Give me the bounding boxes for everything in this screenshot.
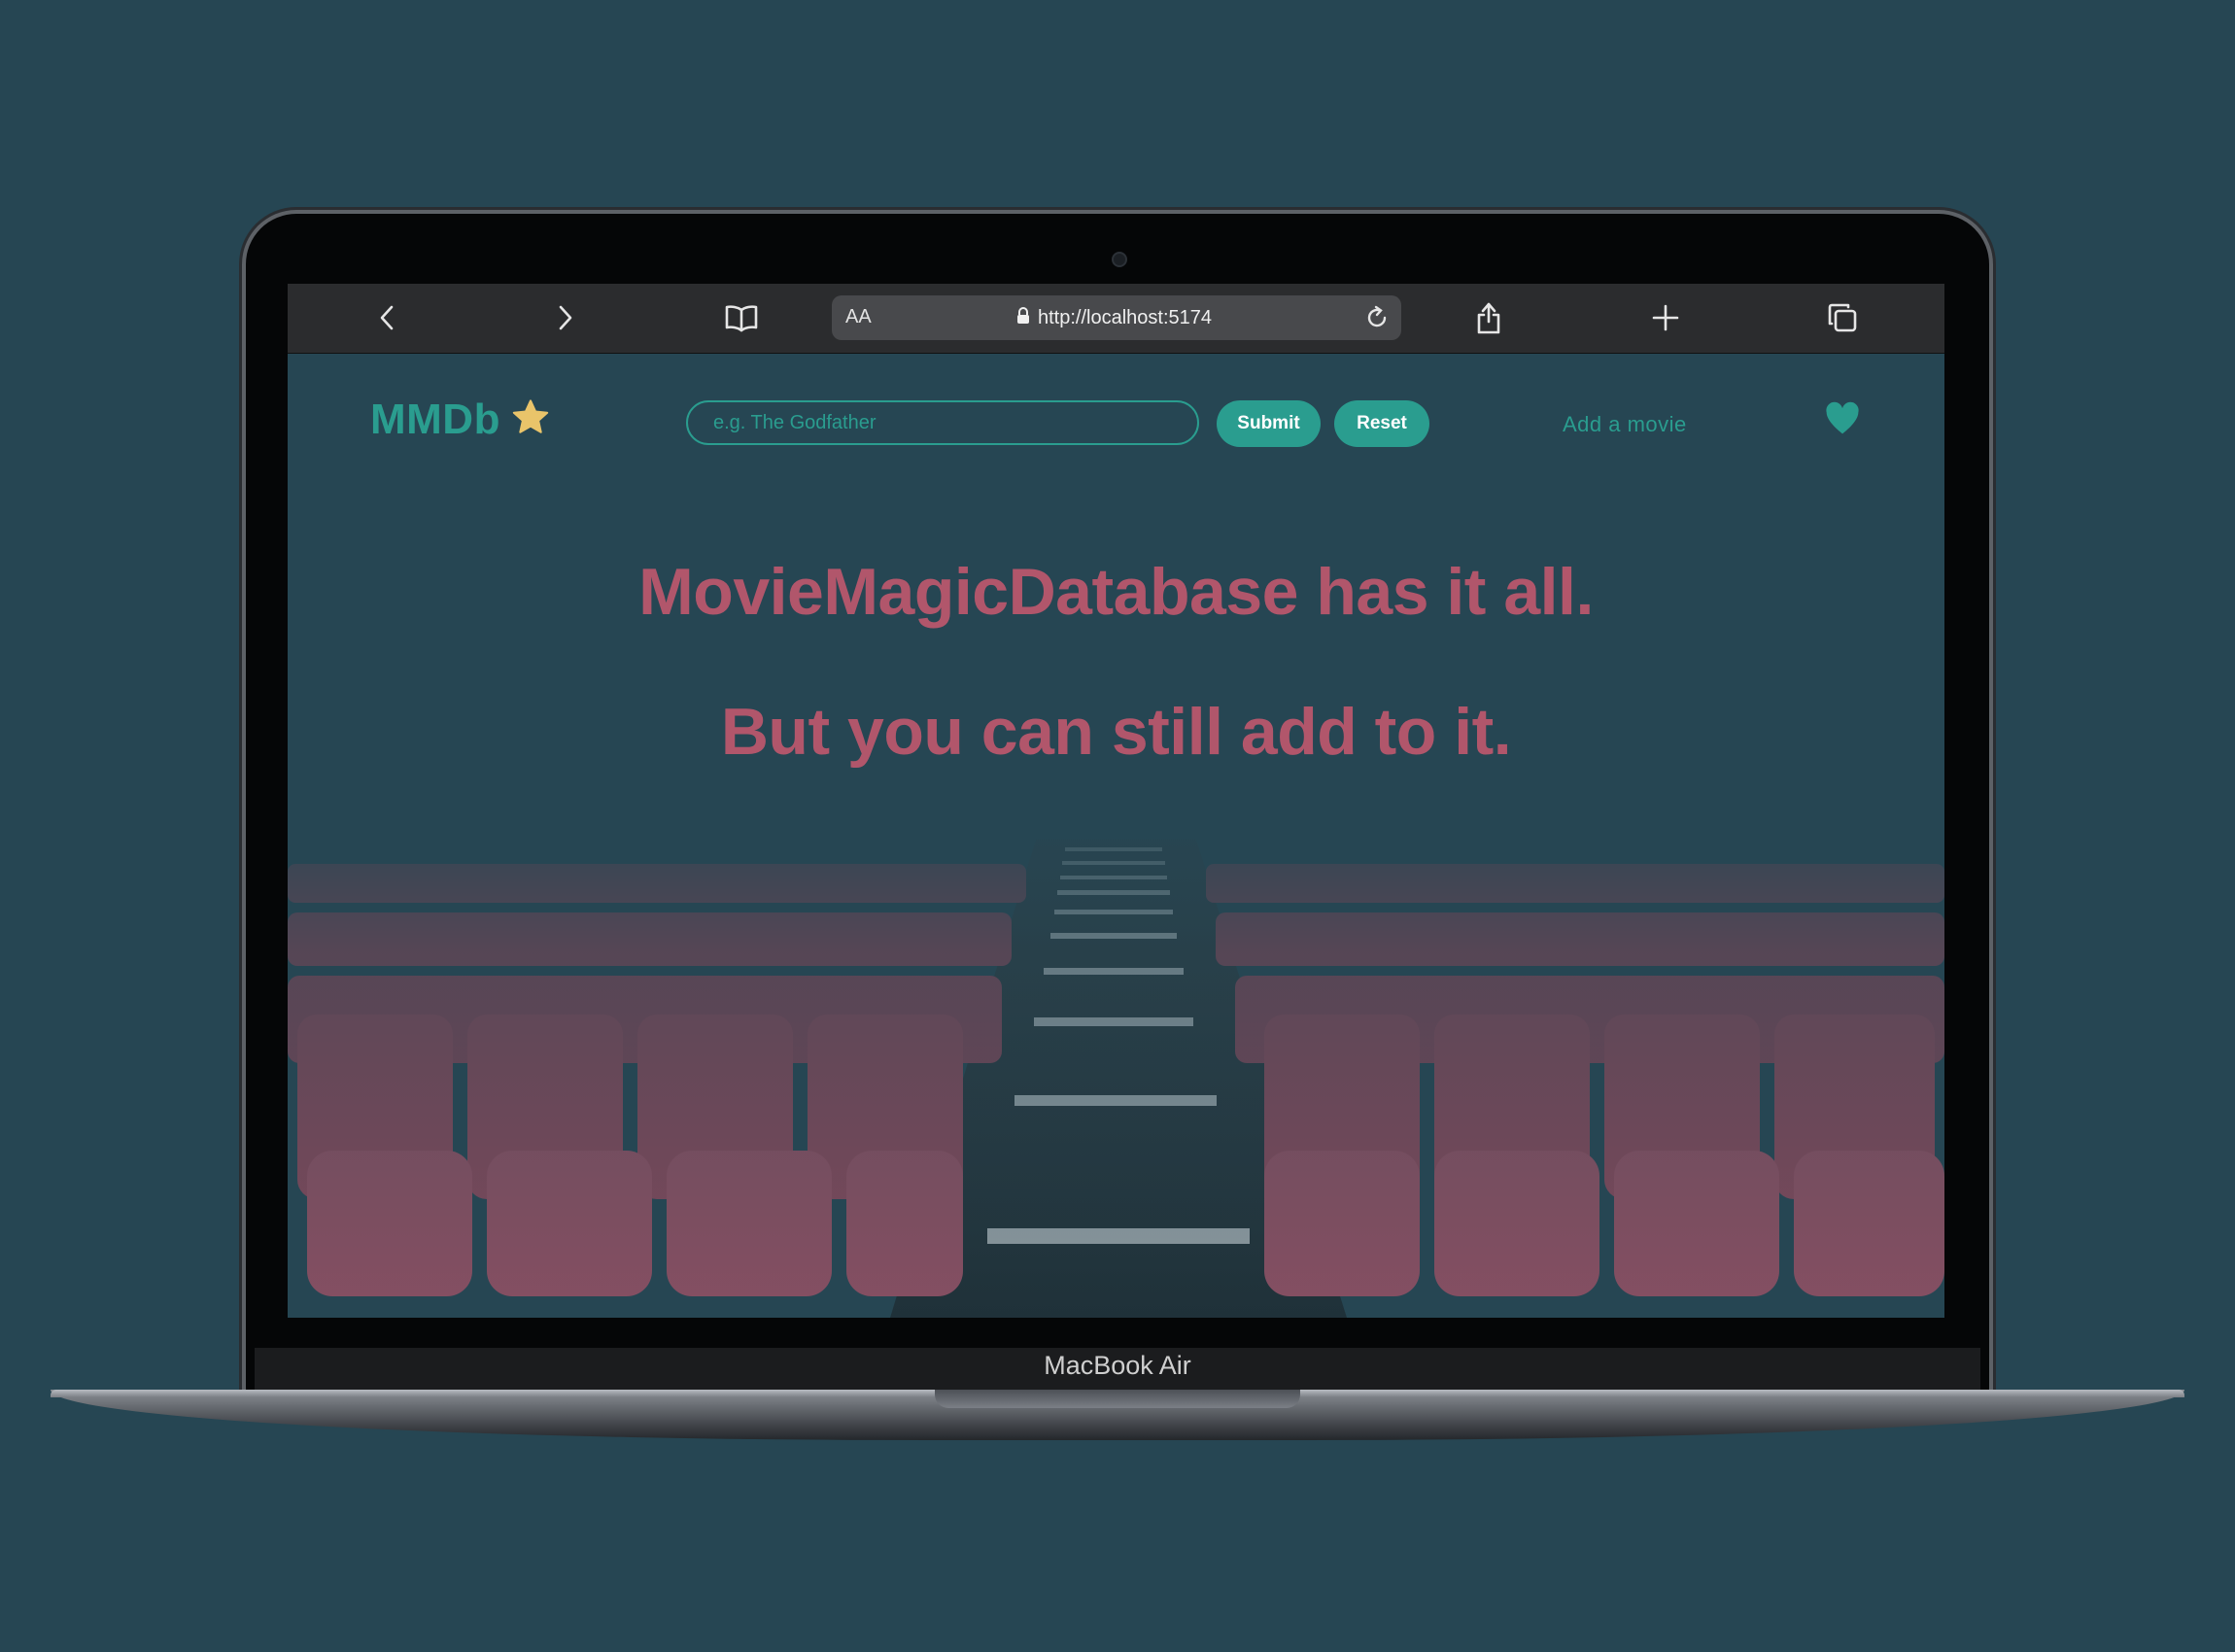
star-icon <box>510 397 551 443</box>
screen: AA http://localhost:5174 MMDb e.g. The G… <box>288 284 1944 1318</box>
url-text[interactable]: http://localhost:5174 <box>1038 307 1212 329</box>
back-icon[interactable] <box>365 295 410 340</box>
address-bar[interactable]: AA http://localhost:5174 <box>832 295 1401 340</box>
search-input[interactable] <box>686 400 1199 445</box>
reload-icon[interactable] <box>1364 305 1390 335</box>
hero-headline: MovieMagicDatabase has it all. <box>638 555 1594 629</box>
heart-icon[interactable] <box>1823 400 1862 440</box>
reset-button[interactable]: Reset <box>1334 400 1429 447</box>
web-page: MMDb Submit Reset Add a movie MovieMagic… <box>288 354 1944 1318</box>
add-movie-link[interactable]: Add a movie <box>1563 412 1687 437</box>
reader-mode-button[interactable]: AA <box>845 306 872 328</box>
browser-toolbar: AA http://localhost:5174 <box>288 284 1944 354</box>
hero-subheadline: But you can still add to it. <box>720 695 1512 769</box>
laptop-hinge-notch <box>935 1390 1300 1408</box>
cinema-background <box>288 354 1944 1318</box>
camera-dot <box>1112 252 1127 267</box>
logo-text: MMDb <box>370 396 500 443</box>
device-label: MacBook Air <box>1044 1351 1191 1380</box>
new-tab-icon[interactable] <box>1643 295 1688 340</box>
submit-button[interactable]: Submit <box>1217 400 1321 447</box>
lock-icon <box>1016 306 1030 329</box>
share-icon[interactable] <box>1466 295 1511 340</box>
site-navbar: MMDb Submit Reset Add a movie <box>288 354 1944 498</box>
tabs-icon[interactable] <box>1820 295 1865 340</box>
bookmarks-icon[interactable] <box>719 295 764 340</box>
forward-icon[interactable] <box>542 295 587 340</box>
site-logo[interactable]: MMDb <box>370 396 551 444</box>
